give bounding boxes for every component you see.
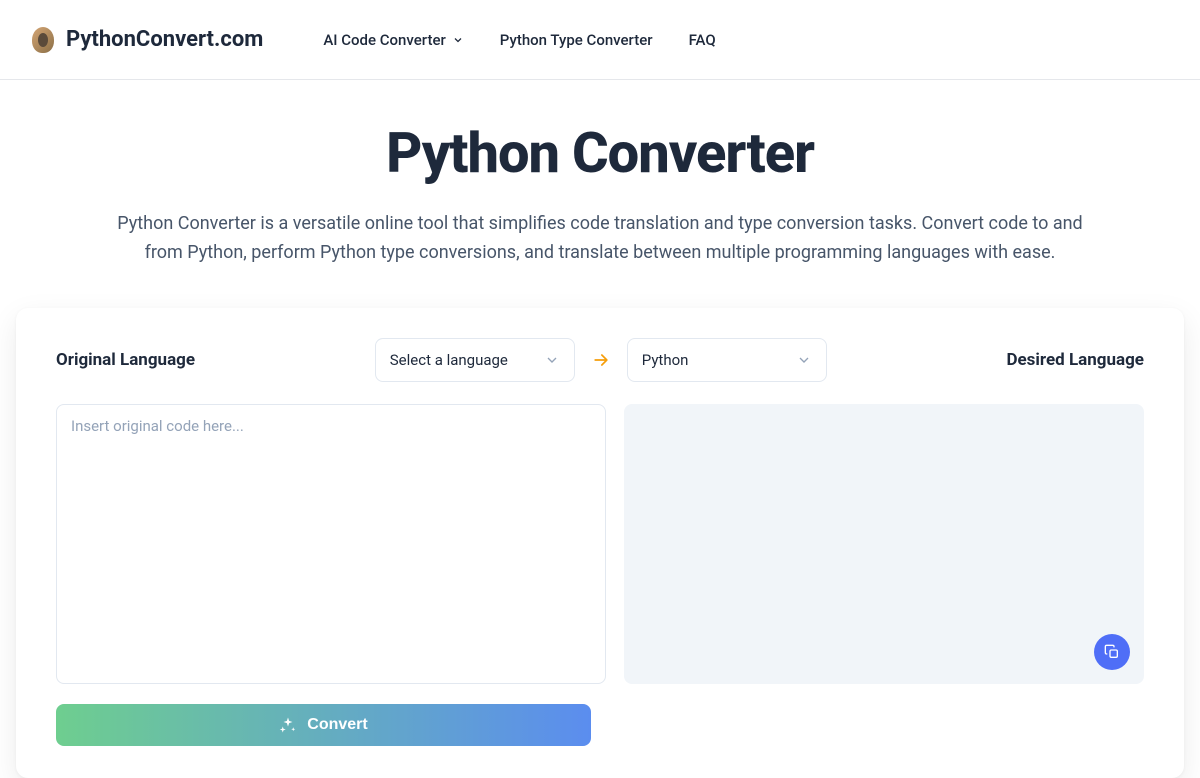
convert-button-label: Convert <box>307 716 367 734</box>
logo-area[interactable]: PythonConvert.com <box>32 27 263 53</box>
center-controls: Select a language Python <box>375 338 827 382</box>
chevron-down-icon <box>796 352 812 368</box>
source-code-input[interactable] <box>56 404 606 684</box>
logo-icon <box>32 27 54 53</box>
site-header: PythonConvert.com AI Code Converter Pyth… <box>0 0 1200 80</box>
convert-button[interactable]: Convert <box>56 704 591 746</box>
output-panel <box>624 404 1144 684</box>
nav-faq[interactable]: FAQ <box>689 31 716 49</box>
controls-row: Original Language Select a language Pyth… <box>56 338 1144 382</box>
original-language-label: Original Language <box>56 350 195 370</box>
page-title: Python Converter <box>0 120 1200 186</box>
main-content: Python Converter Python Converter is a v… <box>0 80 1200 778</box>
site-title: PythonConvert.com <box>66 27 263 52</box>
sparkle-icon <box>279 716 297 734</box>
copy-icon <box>1104 644 1120 660</box>
converter-card: Original Language Select a language Pyth… <box>16 308 1184 778</box>
nav-ai-code-converter[interactable]: AI Code Converter <box>323 31 463 49</box>
nav-label: FAQ <box>689 31 716 49</box>
nav-python-type-converter[interactable]: Python Type Converter <box>500 31 653 49</box>
main-nav: AI Code Converter Python Type Converter … <box>323 31 715 49</box>
desired-language-label: Desired Language <box>1006 350 1144 370</box>
chevron-down-icon <box>544 352 560 368</box>
editors-row <box>56 404 1144 684</box>
copy-button[interactable] <box>1094 634 1130 670</box>
arrow-right-icon <box>591 350 611 370</box>
target-language-select[interactable]: Python <box>627 338 827 382</box>
chevron-down-icon <box>452 34 464 46</box>
nav-label: Python Type Converter <box>500 31 653 49</box>
select-value: Python <box>642 351 689 369</box>
page-description: Python Converter is a versatile online t… <box>95 210 1105 268</box>
nav-label: AI Code Converter <box>323 31 445 49</box>
select-value: Select a language <box>390 351 508 369</box>
source-language-select[interactable]: Select a language <box>375 338 575 382</box>
